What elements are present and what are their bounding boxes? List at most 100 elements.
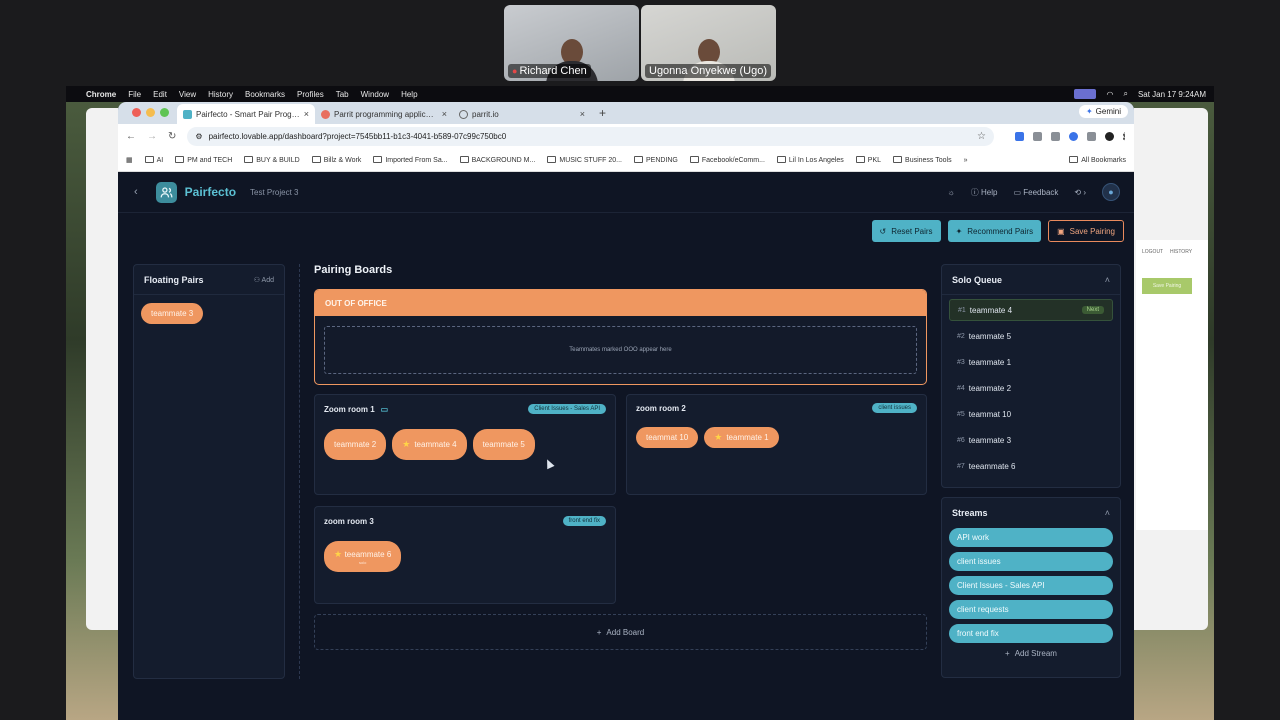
bookmark-folder[interactable]: PM and TECH bbox=[175, 156, 232, 164]
menu-view[interactable]: View bbox=[179, 90, 196, 99]
ooo-dropzone[interactable]: Teammates marked OOO appear here bbox=[324, 326, 917, 374]
puzzle-icon[interactable] bbox=[1087, 132, 1096, 141]
menu-window[interactable]: Window bbox=[361, 90, 389, 99]
help-link[interactable]: ⓘ Help bbox=[971, 187, 998, 198]
bookmark-folder[interactable]: BUY & BUILD bbox=[244, 156, 300, 164]
back-chevron-icon[interactable]: ‹ bbox=[134, 186, 138, 198]
extension-icon[interactable] bbox=[1069, 132, 1078, 141]
bookmark-folder[interactable]: AI bbox=[144, 156, 163, 164]
teammate-chip[interactable]: teammate 2 bbox=[324, 429, 387, 460]
queue-item[interactable]: #5 teammat 10 bbox=[949, 403, 1113, 425]
save-pairing-button[interactable]: ▣ Save Pairing bbox=[1048, 220, 1124, 242]
board-zoom-room-1[interactable]: Zoom room 1 ▭ Client Issues - Sales API … bbox=[314, 394, 616, 495]
tab-pairfecto[interactable]: Pairfecto - Smart Pair Program × bbox=[177, 104, 315, 124]
queue-item[interactable]: #3 teammate 1 bbox=[949, 351, 1113, 373]
profile-icon[interactable] bbox=[1105, 132, 1114, 141]
brand-name[interactable]: Pairfecto bbox=[185, 185, 236, 199]
streams-header[interactable]: Streams ˄ bbox=[942, 498, 1120, 528]
queue-item[interactable]: #6 teammate 3 bbox=[949, 429, 1113, 451]
stream-item[interactable]: front end fix bbox=[949, 624, 1113, 643]
teammate-chip[interactable]: ★ teammate 4 bbox=[392, 429, 467, 460]
recommend-pairs-button[interactable]: ✦ Recommend Pairs bbox=[947, 220, 1042, 242]
apps-grid-icon[interactable]: ▦ bbox=[126, 156, 133, 164]
more-menu-icon[interactable] bbox=[1123, 132, 1126, 141]
gemini-button[interactable]: ✦ Gemini bbox=[1078, 105, 1128, 118]
chevron-up-icon[interactable]: ˄ bbox=[1105, 275, 1110, 285]
board-name[interactable]: zoom room 2 bbox=[636, 404, 686, 413]
queue-item[interactable]: #4 teammate 2 bbox=[949, 377, 1113, 399]
stream-tag[interactable]: front end fix bbox=[562, 516, 606, 526]
chevron-up-icon[interactable]: ˄ bbox=[1105, 508, 1110, 518]
screen-share-icon[interactable] bbox=[1074, 89, 1097, 99]
new-tab-button[interactable]: + bbox=[591, 106, 614, 124]
stream-tag[interactable]: Client Issues - Sales API bbox=[528, 404, 606, 414]
bookmark-folder[interactable]: Facebook/eComm... bbox=[689, 156, 765, 164]
teammate-chip[interactable]: teammat 10 bbox=[636, 427, 699, 448]
menu-clock[interactable]: Sat Jan 17 9:24AM bbox=[1138, 90, 1206, 99]
address-bar[interactable]: ⚙ pairfecto.lovable.app/dashboard?projec… bbox=[187, 127, 994, 146]
teammate-chip[interactable]: ★ teeammate 6 solo bbox=[324, 541, 402, 572]
site-settings-icon[interactable]: ⚙ bbox=[195, 132, 202, 141]
add-board-button[interactable]: + Add Board bbox=[314, 614, 927, 650]
menu-file[interactable]: File bbox=[128, 90, 141, 99]
video-tile-1[interactable]: ● Richard Chen bbox=[504, 5, 639, 81]
close-tab-icon[interactable]: × bbox=[304, 109, 309, 119]
board-zoom-room-3[interactable]: zoom room 3 front end fix ★ teeammate 6 … bbox=[314, 506, 616, 604]
search-icon[interactable]: ⌕ bbox=[1123, 89, 1127, 99]
minimize-window-button[interactable] bbox=[146, 108, 155, 117]
queue-item[interactable]: #2 teammate 5 bbox=[949, 325, 1113, 347]
bookmark-folder[interactable]: Imported From Sa... bbox=[373, 156, 448, 164]
bookmark-folder[interactable]: BACKGROUND M... bbox=[459, 156, 535, 164]
stream-item[interactable]: API work bbox=[949, 528, 1113, 547]
stream-tag[interactable]: client issues bbox=[872, 403, 917, 413]
board-name[interactable]: zoom room 3 bbox=[324, 517, 374, 526]
close-window-button[interactable] bbox=[132, 108, 141, 117]
camera-extension-icon[interactable] bbox=[1051, 132, 1060, 141]
close-tab-icon[interactable]: × bbox=[580, 109, 585, 119]
teammate-chip[interactable]: ★ teammate 1 bbox=[704, 427, 779, 448]
video-camera-icon[interactable]: ▭ bbox=[381, 405, 389, 414]
teammate-chip[interactable]: teammate 5 bbox=[472, 429, 535, 460]
menu-edit[interactable]: Edit bbox=[153, 90, 167, 99]
forward-arrow-icon[interactable]: → bbox=[147, 131, 157, 142]
reload-icon[interactable]: ↻ bbox=[168, 131, 176, 142]
reset-pairs-button[interactable]: ↺ Reset Pairs bbox=[871, 220, 941, 242]
video-tile-2[interactable]: Ugonna Onyekwe (Ugo) bbox=[641, 5, 776, 81]
stream-item[interactable]: client issues bbox=[949, 552, 1113, 571]
menu-help[interactable]: Help bbox=[401, 90, 417, 99]
add-floating-button[interactable]: ⚇ Add bbox=[254, 276, 274, 284]
menu-bookmarks[interactable]: Bookmarks bbox=[245, 90, 285, 99]
bookmark-folder[interactable]: Lil In Los Angeles bbox=[776, 156, 844, 164]
menu-history[interactable]: History bbox=[208, 90, 233, 99]
all-bookmarks[interactable]: All Bookmarks bbox=[1069, 156, 1126, 164]
solo-queue-header[interactable]: Solo Queue ˄ bbox=[942, 265, 1120, 295]
bookmark-folder[interactable]: MUSIC STUFF 20... bbox=[547, 156, 622, 164]
bookmark-folder[interactable]: PENDING bbox=[633, 156, 678, 164]
bookmarks-overflow-icon[interactable]: » bbox=[964, 157, 968, 164]
tab-parrit-io[interactable]: parrit.io × bbox=[453, 104, 591, 124]
theme-sun-icon[interactable]: ☼ bbox=[947, 188, 954, 197]
stream-item[interactable]: Client Issues - Sales API bbox=[949, 576, 1113, 595]
zoom-window-button[interactable] bbox=[160, 108, 169, 117]
bookmark-folder[interactable]: PKL bbox=[855, 156, 881, 164]
close-tab-icon[interactable]: × bbox=[442, 109, 447, 119]
bookmark-folder[interactable]: Billz & Work bbox=[311, 156, 361, 164]
board-zoom-room-2[interactable]: zoom room 2 client issues teammat 10 ★ te… bbox=[626, 394, 927, 495]
bookmark-folder[interactable]: Business Tools bbox=[893, 156, 952, 164]
wifi-icon[interactable]: ◠ bbox=[1106, 90, 1113, 99]
extension-icon[interactable] bbox=[1033, 132, 1042, 141]
feedback-link[interactable]: ▭ Feedback bbox=[1013, 188, 1058, 197]
tab-parrit-app[interactable]: Parrit programming applicatio × bbox=[315, 104, 453, 124]
user-avatar[interactable]: ● bbox=[1102, 183, 1120, 201]
menu-app-name[interactable]: Chrome bbox=[86, 90, 116, 99]
add-stream-button[interactable]: + Add Stream bbox=[942, 649, 1120, 658]
back-arrow-icon[interactable]: ← bbox=[126, 131, 136, 142]
queue-item[interactable]: #7 teeammate 6 bbox=[949, 455, 1113, 477]
queue-item[interactable]: #1 teammate 4 Next bbox=[949, 299, 1113, 321]
menu-profiles[interactable]: Profiles bbox=[297, 90, 324, 99]
teammate-chip[interactable]: teammate 3 bbox=[141, 303, 204, 324]
stream-item[interactable]: client requests bbox=[949, 600, 1113, 619]
history-icon[interactable]: ⟲ › bbox=[1074, 188, 1086, 197]
extension-icon[interactable] bbox=[1015, 132, 1024, 141]
board-name[interactable]: Zoom room 1 bbox=[324, 405, 375, 414]
